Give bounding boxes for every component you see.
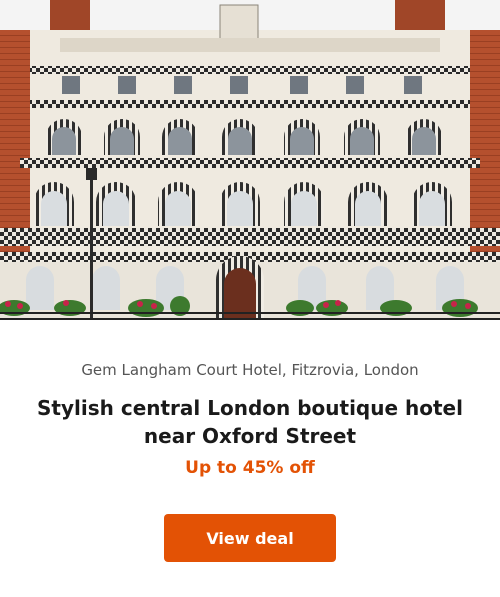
view-deal-button[interactable]: View deal <box>164 514 336 562</box>
deal-title: Stylish central London boutique hotel ne… <box>37 396 463 448</box>
deal-card[interactable]: Gem Langham Court Hotel, Fitzrovia, Lond… <box>0 0 500 597</box>
hotel-location: Gem Langham Court Hotel, Fitzrovia, Lond… <box>81 361 419 379</box>
hotel-facade-image <box>0 0 500 320</box>
deal-info: Gem Langham Court Hotel, Fitzrovia, Lond… <box>0 320 500 562</box>
hotel-photo[interactable] <box>0 0 500 320</box>
discount-label: Up to 45% off <box>185 458 315 478</box>
